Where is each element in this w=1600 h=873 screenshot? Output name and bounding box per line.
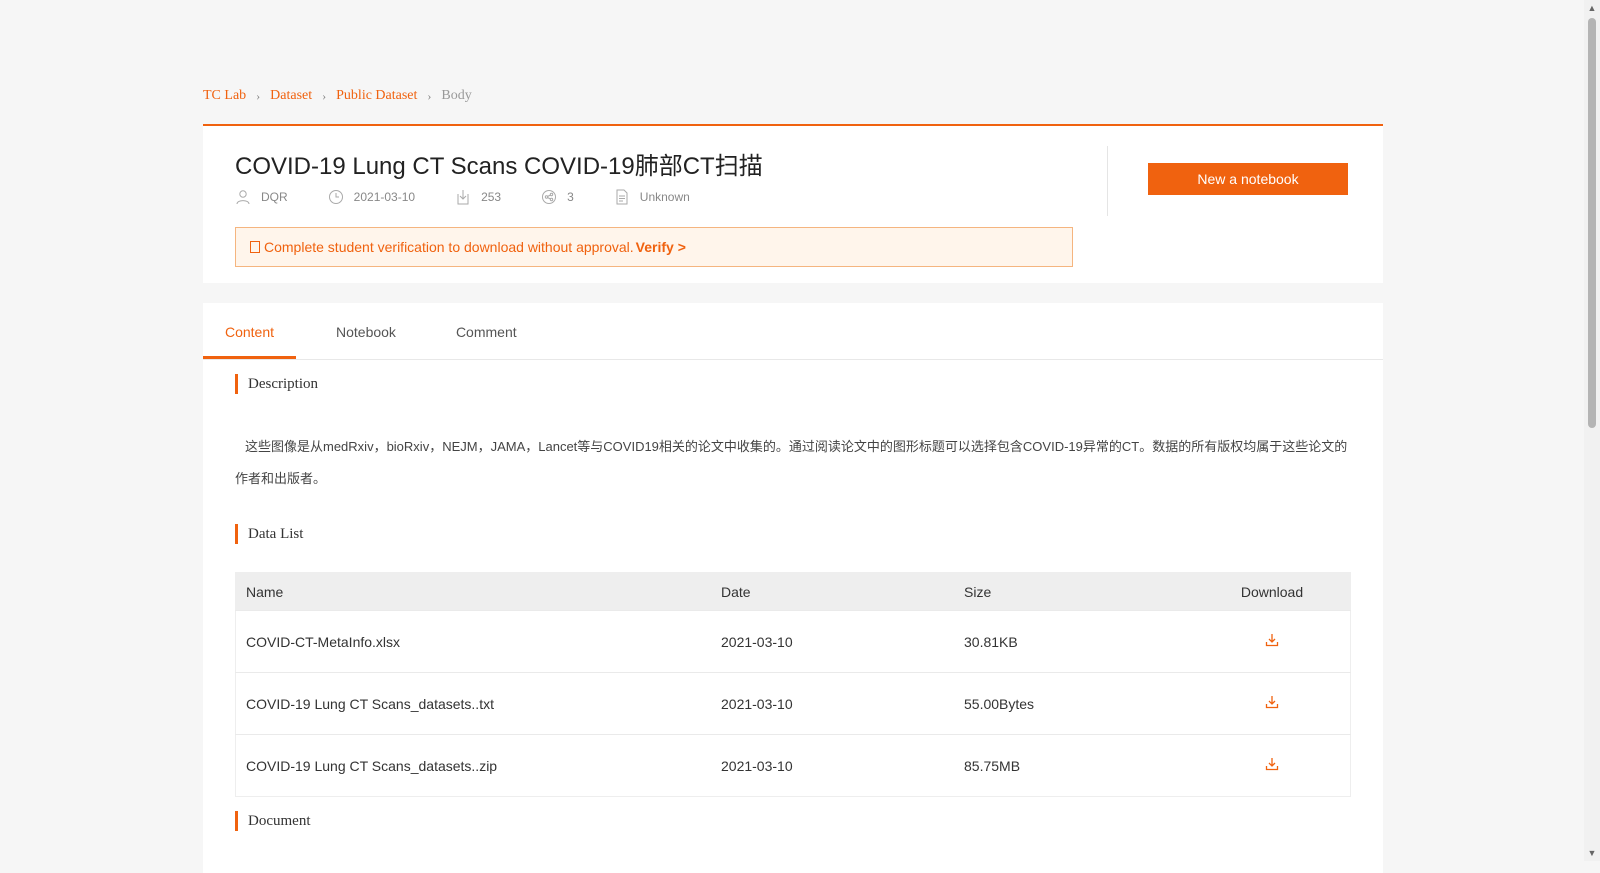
file-date: 2021-03-10 [711,610,954,673]
data-list-table: Name Date Size Download COVID-CT-MetaInf… [235,572,1351,797]
tab-comment[interactable]: Comment [456,303,517,359]
verification-notice: Complete student verification to downloa… [235,227,1073,267]
download-icon[interactable] [1265,757,1279,771]
file-name: COVID-CT-MetaInfo.xlsx [235,610,711,673]
dataset-meta: DQR 2021-03-10 253 3 Unknown [235,189,730,205]
breadcrumb-body: Body [441,88,472,103]
header-divider [1107,146,1108,216]
download-cell [1194,672,1351,735]
notice-text: Complete student verification to downloa… [264,239,634,255]
tab-notebook[interactable]: Notebook [336,303,396,359]
file-date: 2021-03-10 [711,672,954,735]
breadcrumb: TC Lab › Dataset › Public Dataset › Body [203,88,472,104]
file-name: COVID-19 Lung CT Scans_datasets..zip [235,734,711,797]
breadcrumb-public-dataset[interactable]: Public Dataset [336,88,417,104]
file-size: 30.81KB [954,610,1194,673]
description-text: 这些图像是从medRxiv，bioRxiv，NEJM，JAMA，Lancet等与… [235,439,1348,486]
scroll-thumb[interactable] [1588,18,1596,428]
file-date: 2021-03-10 [711,734,954,797]
document-heading: Document [235,811,310,831]
file-size: 55.00Bytes [954,672,1194,735]
meta-shares: 3 [541,189,574,205]
share-icon [542,190,557,204]
header-size: Size [954,572,1194,611]
header-download: Download [1194,572,1351,611]
download-icon[interactable] [1265,633,1279,647]
download-count: 253 [481,190,502,204]
description-heading: Description [235,374,318,394]
download-cell [1194,734,1351,797]
meta-date: 2021-03-10 [328,189,415,205]
author-name: DQR [261,190,288,204]
dataset-header: COVID-19 Lung CT Scans COVID-19肺部CT扫描 DQ… [203,124,1383,283]
download-count-icon [457,190,469,205]
file-size: 85.75MB [954,734,1194,797]
meta-downloads: 253 [455,189,501,205]
new-notebook-button[interactable]: New a notebook [1148,163,1348,195]
download-cell [1194,610,1351,673]
chevron-right-icon: › [322,88,327,103]
clock-icon [328,190,343,204]
table-row: COVID-CT-MetaInfo.xlsx 2021-03-10 30.81K… [235,610,1351,673]
tab-content[interactable]: Content [203,303,296,359]
file-name: COVID-19 Lung CT Scans_datasets..txt [235,672,711,735]
data-list-heading: Data List [235,524,303,544]
chevron-right-icon: › [256,88,261,103]
scroll-up-arrow-icon[interactable]: ▲ [1584,0,1600,16]
table-row: COVID-19 Lung CT Scans_datasets..zip 202… [235,734,1351,797]
table-row: COVID-19 Lung CT Scans_datasets..txt 202… [235,672,1351,735]
publish-date: 2021-03-10 [353,190,416,204]
meta-license: Unknown [614,189,690,205]
header-name: Name [235,572,711,611]
table-header-row: Name Date Size Download [235,572,1351,611]
tab-bar: Content Notebook Comment [203,303,1383,360]
share-count: 3 [567,190,574,204]
verify-link[interactable]: Verify > [636,239,686,255]
breadcrumb-tc-lab[interactable]: TC Lab [203,88,246,104]
user-icon [236,190,250,205]
page-scrollbar[interactable]: ▲ ▼ [1584,0,1600,861]
license-text: Unknown [639,190,690,204]
header-date: Date [711,572,954,611]
notice-icon [250,241,260,253]
scroll-down-arrow-icon[interactable]: ▼ [1584,845,1600,861]
content-panel: Content Notebook Comment Description 这些图… [203,303,1383,873]
document-icon [616,189,628,205]
breadcrumb-dataset[interactable]: Dataset [270,88,312,104]
download-icon[interactable] [1265,695,1279,709]
chevron-right-icon: › [427,88,432,103]
dataset-title: COVID-19 Lung CT Scans COVID-19肺部CT扫描 [235,153,763,180]
meta-author: DQR [235,189,288,205]
